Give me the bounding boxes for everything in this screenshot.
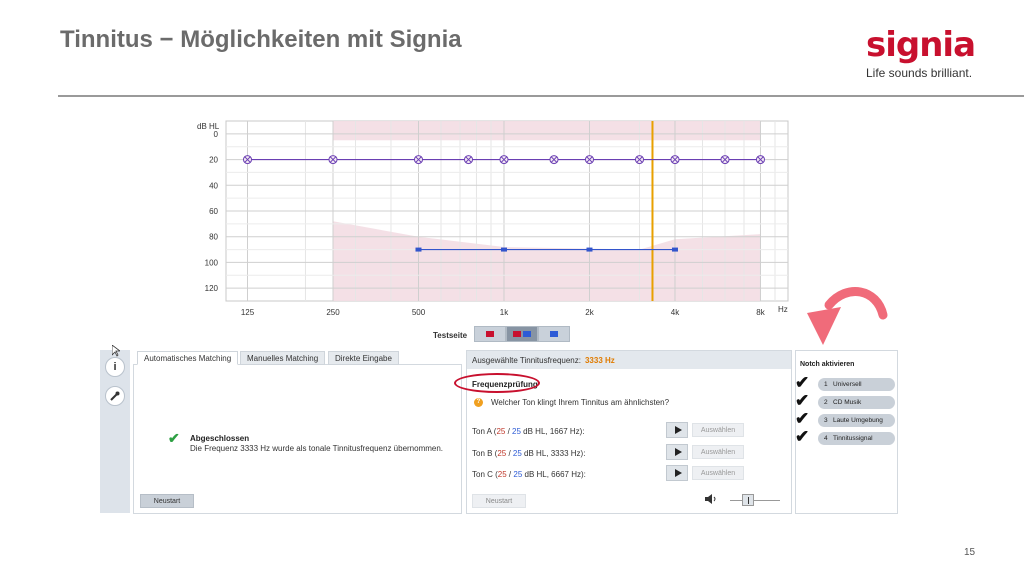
volume-slider-track[interactable] [730, 500, 780, 501]
red-ear-icon [486, 331, 494, 337]
blue-ear-icon [523, 331, 531, 337]
y-tick-label: 40 [209, 181, 218, 190]
y-tick-label: 100 [205, 258, 219, 267]
logo-tagline: Life sounds brilliant. [866, 66, 973, 80]
data-point [586, 247, 593, 252]
play-tone-c-button[interactable] [666, 465, 688, 481]
red-ear-icon [513, 331, 521, 337]
x-tick-label: 1k [500, 308, 509, 317]
status-title: Abgeschlossen [190, 434, 250, 443]
shaded-band-top [333, 121, 761, 141]
microphone-button[interactable] [105, 386, 125, 406]
y-axis-label: dB HL [197, 122, 220, 131]
checkmark-icon: ✔ [795, 391, 810, 410]
y-tick-label: 80 [209, 233, 218, 242]
tone-c-label: Ton C (25 / 25 dB HL, 6667 Hz): [472, 470, 586, 479]
frequency-restart-button[interactable]: Neustart [472, 494, 526, 508]
x-tick-label: 125 [241, 308, 255, 317]
x-tick-label: 4k [671, 308, 680, 317]
play-tone-b-button[interactable] [666, 444, 688, 460]
selected-frequency-value: 3333 Hz [584, 356, 615, 365]
x-tick-label: 2k [585, 308, 594, 317]
x-tick-label: 500 [412, 308, 426, 317]
info-button[interactable]: i [105, 357, 125, 377]
tab-direkte-eingabe[interactable]: Direkte Eingabe [328, 351, 399, 365]
checkmark-icon: ✔ [168, 430, 180, 446]
notch-option-cd-musik[interactable]: 2 CD Musik [818, 396, 895, 409]
curved-arrow-icon [807, 287, 888, 345]
info-icon: i [113, 361, 117, 373]
question-text: Welcher Ton klingt Ihrem Tinnitus am ähn… [491, 398, 670, 407]
highlight-ellipse [454, 373, 540, 393]
play-tone-a-button[interactable] [666, 422, 688, 438]
tab-automatisches-matching[interactable]: Automatisches Matching [137, 351, 239, 365]
select-tone-a-button[interactable]: Auswählen [692, 423, 744, 437]
notch-option-laute-umgebung[interactable]: 3 Laute Umgebung [818, 414, 895, 427]
test-side-right-button[interactable] [474, 326, 506, 342]
matching-panel [133, 364, 462, 514]
question-icon: ? [474, 398, 483, 407]
x-tick-label: 250 [326, 308, 340, 317]
selected-frequency-label: Ausgewählte Tinnitusfrequenz: [472, 356, 581, 365]
test-side-both-button[interactable] [506, 326, 538, 342]
checkmark-icon: ✔ [795, 409, 810, 428]
status-text: Die Frequenz 3333 Hz wurde als tonale Ti… [190, 444, 444, 453]
checkmark-icon: ✔ [795, 427, 810, 446]
notch-option-tinnitussignal[interactable]: 4 Tinnitussignal [818, 432, 895, 445]
notch-option-universell[interactable]: 1 Universell [818, 378, 895, 391]
audiogram-chart: 0 20 40 60 80 100 120 125 250 500 1k 2k 4k 8k dB HL H… [190, 115, 800, 320]
tone-a-label: Ton A (25 / 25 dB HL, 1667 Hz): [472, 427, 585, 436]
mouse-pointer-icon [111, 344, 122, 360]
data-point [671, 247, 678, 252]
selected-frequency-header: Ausgewählte Tinnitusfrequenz: 3333 Hz [467, 351, 791, 369]
test-side-left-button[interactable] [538, 326, 570, 342]
page-number: 15 [964, 547, 976, 558]
select-tone-b-button[interactable]: Auswählen [692, 445, 744, 459]
audiogram-svg: 0 20 40 60 80 100 120 125 250 500 1k 2k 4k 8k [205, 120, 789, 317]
data-point [500, 247, 507, 252]
header-divider [58, 95, 1024, 97]
testseite-label: Testseite [433, 331, 468, 340]
data-point [415, 247, 422, 252]
checkmark-icon: ✔ [795, 373, 810, 392]
x-tick-label: 8k [756, 308, 765, 317]
y-tick-label: 0 [214, 130, 219, 139]
tone-b-label: Ton B (25 / 25 dB HL, 3333 Hz): [472, 449, 586, 458]
tab-manuelles-matching[interactable]: Manuelles Matching [240, 351, 326, 365]
logo-wordmark: signia [866, 25, 976, 65]
speaker-icon [705, 494, 717, 507]
microphone-icon [110, 391, 120, 401]
signia-logo: signia Life sounds brilliant. [866, 28, 986, 88]
y-tick-label: 60 [209, 207, 218, 216]
select-tone-c-button[interactable]: Auswählen [692, 466, 744, 480]
restart-button[interactable]: Neustart [140, 494, 194, 508]
y-tick-label: 120 [205, 284, 219, 293]
volume-slider-handle[interactable] [742, 494, 754, 506]
x-axis-unit: Hz [778, 305, 788, 314]
left-toolbar: i [100, 350, 130, 513]
blue-ear-icon [550, 331, 558, 337]
slide-title: Tinnitus − Möglichkeiten mit Signia [60, 26, 462, 53]
y-tick-label: 20 [209, 156, 218, 165]
notch-title: Notch aktivieren [800, 361, 855, 368]
